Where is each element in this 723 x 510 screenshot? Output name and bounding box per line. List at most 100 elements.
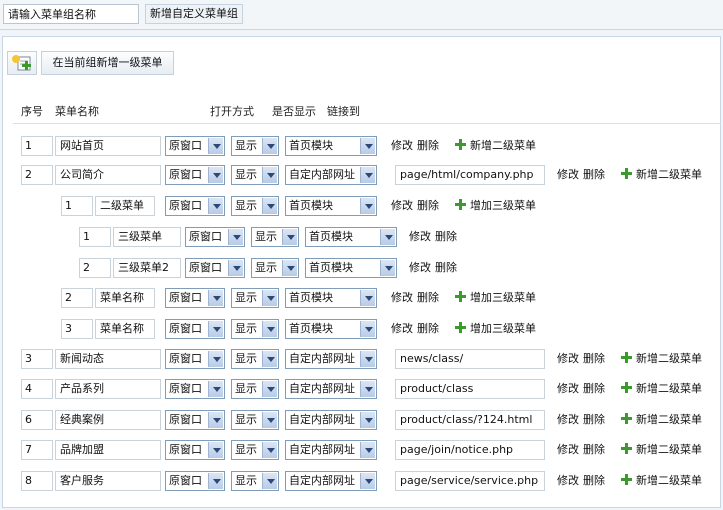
link-url-input[interactable]: page/html/company.php xyxy=(395,165,545,185)
link-to-select[interactable]: 首页模块 xyxy=(305,258,397,278)
menu-group-name-input[interactable] xyxy=(3,4,139,24)
add-level1-menu-button[interactable]: 在当前组新增一级菜单 xyxy=(41,51,174,75)
edit-link[interactable]: 修改 xyxy=(557,440,579,460)
delete-link[interactable]: 删除 xyxy=(583,165,605,185)
delete-link[interactable]: 删除 xyxy=(583,440,605,460)
link-to-select[interactable]: 自定内部网址 xyxy=(285,471,377,491)
delete-link[interactable]: 删除 xyxy=(583,349,605,369)
menu-order-input[interactable]: 1 xyxy=(21,136,53,156)
link-to-select[interactable]: 首页模块 xyxy=(305,227,397,247)
add-custom-menu-group-button[interactable]: 新增自定义菜单组 xyxy=(145,4,243,24)
add-level2-menu-link[interactable]: 新增二级菜单 xyxy=(621,440,702,460)
add-level2-menu-link[interactable]: 新增二级菜单 xyxy=(621,410,702,430)
link-url-input[interactable]: page/join/notice.php xyxy=(395,440,545,460)
delete-link[interactable]: 删除 xyxy=(417,319,439,339)
link-url-input[interactable]: product/class/?124.html xyxy=(395,410,545,430)
link-to-select[interactable]: 首页模块 xyxy=(285,196,377,216)
open-mode-select[interactable]: 原窗口 xyxy=(165,440,225,460)
visible-select[interactable]: 显示 xyxy=(231,349,279,369)
edit-link[interactable]: 修改 xyxy=(409,227,431,247)
menu-order-input[interactable]: 3 xyxy=(21,349,53,369)
visible-select[interactable]: 显示 xyxy=(231,288,279,308)
visible-select[interactable]: 显示 xyxy=(231,471,279,491)
menu-order-input[interactable]: 1 xyxy=(79,227,111,247)
menu-name-input[interactable]: 品牌加盟 xyxy=(55,440,161,460)
open-mode-select[interactable]: 原窗口 xyxy=(165,288,225,308)
menu-name-input[interactable]: 菜单名称 xyxy=(95,319,155,339)
menu-order-input[interactable]: 8 xyxy=(21,471,53,491)
open-mode-select[interactable]: 原窗口 xyxy=(165,410,225,430)
menu-order-input[interactable]: 6 xyxy=(21,410,53,430)
menu-name-input[interactable]: 三级菜单2 xyxy=(113,258,181,278)
edit-link[interactable]: 修改 xyxy=(391,196,413,216)
open-mode-select[interactable]: 原窗口 xyxy=(165,349,225,369)
add-level3-menu-link[interactable]: 增加三级菜单 xyxy=(455,319,536,339)
menu-name-input[interactable]: 经典案例 xyxy=(55,410,161,430)
open-mode-select[interactable]: 原窗口 xyxy=(165,379,225,399)
menu-order-input[interactable]: 2 xyxy=(21,165,53,185)
open-mode-select[interactable]: 原窗口 xyxy=(165,471,225,491)
edit-link[interactable]: 修改 xyxy=(557,349,579,369)
edit-link[interactable]: 修改 xyxy=(557,379,579,399)
link-url-input[interactable]: news/class/ xyxy=(395,349,545,369)
link-url-input[interactable]: page/service/service.php xyxy=(395,471,545,491)
link-to-select[interactable]: 自定内部网址 xyxy=(285,379,377,399)
add-level2-menu-link[interactable]: 新增二级菜单 xyxy=(621,471,702,491)
edit-link[interactable]: 修改 xyxy=(557,471,579,491)
open-mode-select[interactable]: 原窗口 xyxy=(165,319,225,339)
link-url-input[interactable]: product/class xyxy=(395,379,545,399)
open-mode-select[interactable]: 原窗口 xyxy=(165,136,225,156)
open-mode-select[interactable]: 原窗口 xyxy=(165,196,225,216)
menu-name-input[interactable]: 网站首页 xyxy=(55,136,161,156)
edit-link[interactable]: 修改 xyxy=(557,165,579,185)
add-level2-menu-link[interactable]: 新增二级菜单 xyxy=(621,349,702,369)
delete-link[interactable]: 删除 xyxy=(583,379,605,399)
add-level3-menu-link[interactable]: 增加三级菜单 xyxy=(455,196,536,216)
open-mode-select[interactable]: 原窗口 xyxy=(185,227,245,247)
menu-name-input[interactable]: 二级菜单 xyxy=(95,196,155,216)
delete-link[interactable]: 删除 xyxy=(583,471,605,491)
add-level2-menu-link[interactable]: 新增二级菜单 xyxy=(621,165,702,185)
visible-select[interactable]: 显示 xyxy=(231,440,279,460)
delete-link[interactable]: 删除 xyxy=(435,227,457,247)
edit-link[interactable]: 修改 xyxy=(391,319,413,339)
visible-select[interactable]: 显示 xyxy=(251,227,299,247)
visible-select[interactable]: 显示 xyxy=(231,196,279,216)
visible-select[interactable]: 显示 xyxy=(231,379,279,399)
visible-select[interactable]: 显示 xyxy=(231,410,279,430)
edit-link[interactable]: 修改 xyxy=(409,258,431,278)
menu-name-input[interactable]: 菜单名称 xyxy=(95,288,155,308)
menu-order-input[interactable]: 1 xyxy=(61,196,93,216)
edit-link[interactable]: 修改 xyxy=(557,410,579,430)
open-mode-select[interactable]: 原窗口 xyxy=(165,165,225,185)
visible-select[interactable]: 显示 xyxy=(251,258,299,278)
add-level3-menu-link[interactable]: 增加三级菜单 xyxy=(455,288,536,308)
delete-link[interactable]: 删除 xyxy=(435,258,457,278)
open-mode-select[interactable]: 原窗口 xyxy=(185,258,245,278)
menu-order-input[interactable]: 4 xyxy=(21,379,53,399)
link-to-select[interactable]: 首页模块 xyxy=(285,319,377,339)
visible-select[interactable]: 显示 xyxy=(231,136,279,156)
link-to-select[interactable]: 首页模块 xyxy=(285,288,377,308)
menu-name-input[interactable]: 产品系列 xyxy=(55,379,161,399)
delete-link[interactable]: 删除 xyxy=(417,136,439,156)
edit-link[interactable]: 修改 xyxy=(391,288,413,308)
menu-order-input[interactable]: 2 xyxy=(79,258,111,278)
delete-link[interactable]: 删除 xyxy=(583,410,605,430)
edit-link[interactable]: 修改 xyxy=(391,136,413,156)
menu-name-input[interactable]: 公司简介 xyxy=(55,165,161,185)
menu-name-input[interactable]: 新闻动态 xyxy=(55,349,161,369)
add-level2-menu-link[interactable]: 新增二级菜单 xyxy=(621,379,702,399)
menu-order-input[interactable]: 3 xyxy=(61,319,93,339)
visible-select[interactable]: 显示 xyxy=(231,319,279,339)
link-to-select[interactable]: 自定内部网址 xyxy=(285,165,377,185)
link-to-select[interactable]: 自定内部网址 xyxy=(285,440,377,460)
menu-order-input[interactable]: 2 xyxy=(61,288,93,308)
visible-select[interactable]: 显示 xyxy=(231,165,279,185)
menu-name-input[interactable]: 三级菜单 xyxy=(113,227,181,247)
link-to-select[interactable]: 自定内部网址 xyxy=(285,410,377,430)
menu-order-input[interactable]: 7 xyxy=(21,440,53,460)
link-to-select[interactable]: 首页模块 xyxy=(285,136,377,156)
menu-name-input[interactable]: 客户服务 xyxy=(55,471,161,491)
delete-link[interactable]: 删除 xyxy=(417,196,439,216)
